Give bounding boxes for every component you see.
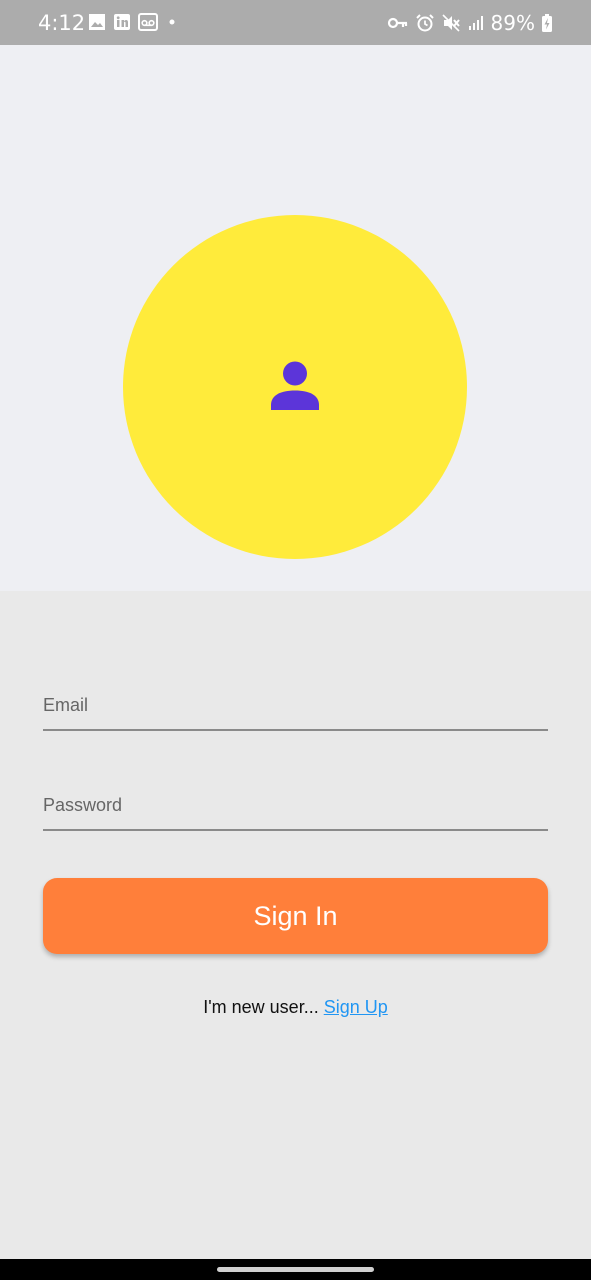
home-indicator[interactable] (217, 1267, 374, 1272)
sign-up-link[interactable]: Sign Up (324, 997, 388, 1017)
sign-in-button[interactable]: Sign In (43, 878, 548, 954)
sign-in-form: Sign In I'm new user... Sign Up (0, 591, 591, 1259)
notification-dot-icon (169, 19, 175, 25)
battery-charging-icon (542, 14, 552, 32)
status-bar: 4:12 89% (0, 0, 591, 45)
alarm-icon (415, 14, 434, 32)
signup-prompt-text: I'm new user... (203, 997, 319, 1017)
battery-percent: 89% (490, 11, 535, 35)
password-field-container (43, 781, 548, 831)
status-system-icons: 89% (387, 11, 553, 35)
signal-icon (468, 16, 483, 30)
vpn-key-icon (387, 17, 407, 29)
status-time: 4:12 (38, 11, 86, 35)
navigation-bar (0, 1259, 591, 1280)
gallery-icon (89, 14, 105, 30)
linkedin-icon (114, 14, 130, 30)
avatar-header (0, 45, 591, 591)
voicemail-icon (138, 13, 158, 31)
email-field[interactable] (43, 681, 548, 729)
email-field-container (43, 681, 548, 731)
avatar (123, 215, 467, 559)
person-icon (271, 361, 319, 410)
status-notification-icons (88, 13, 179, 31)
mute-icon (441, 14, 460, 32)
password-field[interactable] (43, 781, 548, 829)
signup-prompt-row: I'm new user... Sign Up (0, 997, 591, 1018)
